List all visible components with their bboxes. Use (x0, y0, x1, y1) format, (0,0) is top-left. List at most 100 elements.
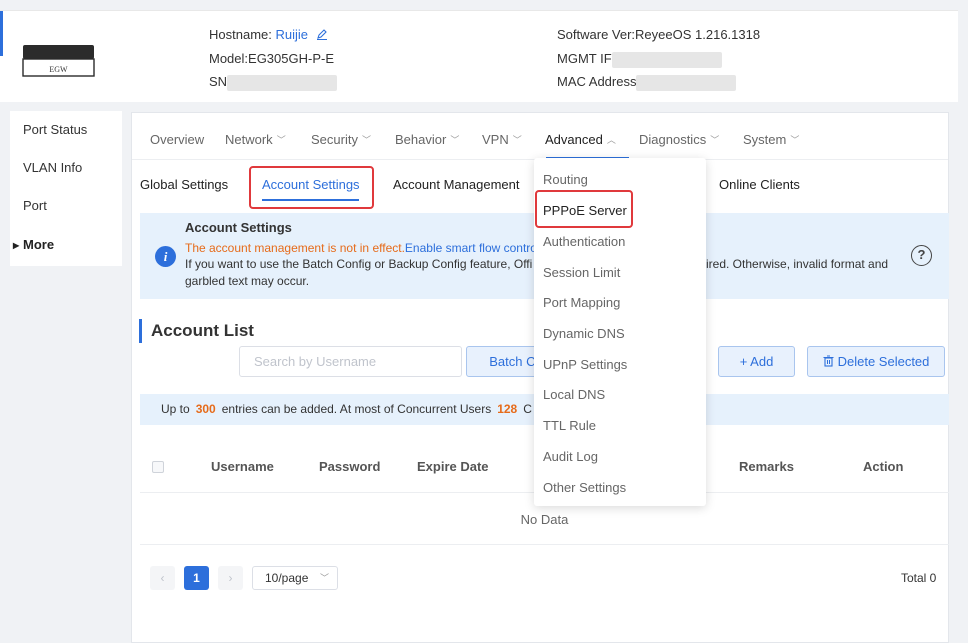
menu-item-dynamic-dns[interactable]: Dynamic DNS (543, 326, 625, 341)
limit-suffix: C (523, 402, 532, 416)
sidebar-item-more[interactable]: ▶ More (13, 237, 55, 252)
mgmt-row: MGMT IF (557, 51, 722, 68)
add-button[interactable]: + Add (718, 346, 795, 377)
column-remarks[interactable]: Remarks (739, 459, 794, 474)
help-icon[interactable]: ? (911, 245, 932, 266)
total-count: Total 0 (901, 571, 937, 585)
device-label: EGW (49, 65, 68, 74)
banner-line2-right: ired. Otherwise, invalid format and (706, 257, 889, 271)
hostname-label: Hostname: (209, 27, 276, 42)
chevron-down-icon: ﹀ (710, 135, 720, 145)
mgmt-label: MGMT IF (557, 51, 612, 66)
menu-item-upnp-settings[interactable]: UPnP Settings (543, 357, 627, 372)
tab-behavior-label: Behavior (395, 132, 447, 147)
tab-security-label: Security (311, 132, 358, 147)
next-page-button[interactable]: › (218, 566, 243, 590)
header-accent-bar (0, 11, 3, 56)
info-icon: i (155, 246, 176, 267)
sn-row: SN (209, 74, 338, 91)
tab-overview[interactable]: Overview (150, 132, 204, 147)
page-size-value: 10/page (265, 571, 309, 585)
tab-system[interactable]: System ﹀ (743, 132, 799, 147)
tab-system-label: System (743, 132, 787, 147)
menu-item-local-dns[interactable]: Local DNS (543, 387, 605, 402)
sidebar: Port Status VLAN Info Port ▶ More (10, 111, 122, 266)
mac-label: MAC Address (557, 74, 637, 89)
limit-middle-text: entries can be added. At most of Concurr… (221, 402, 492, 416)
column-action: Action (863, 459, 904, 474)
sidebar-item-port[interactable]: Port (23, 198, 47, 213)
chevron-down-icon: ﹀ (790, 135, 800, 145)
section-title: Account List (151, 321, 254, 340)
highlight-box-account-settings (249, 166, 374, 209)
prev-page-button[interactable]: ‹ (150, 566, 175, 590)
chevron-up-icon: ︿ (606, 135, 616, 145)
menu-item-authentication[interactable]: Authentication (543, 234, 625, 249)
tab-behavior[interactable]: Behavior ﹀ (395, 132, 459, 147)
caret-right-icon: ▶ (13, 241, 20, 250)
subtab-global-settings[interactable]: Global Settings (140, 177, 228, 192)
sidebar-item-port-status[interactable]: Port Status (23, 122, 87, 137)
tab-network-label: Network (225, 132, 273, 147)
mgmt-redacted (611, 51, 722, 68)
page-number-button[interactable]: 1 (184, 566, 209, 590)
select-all-checkbox[interactable] (152, 461, 164, 473)
banner-title: Account Settings (185, 220, 292, 235)
menu-item-routing[interactable]: Routing (543, 172, 588, 187)
delete-selected-button[interactable]: Delete Selected (807, 346, 945, 377)
menu-item-ttl-rule[interactable]: TTL Rule (543, 418, 596, 433)
banner-line2: If you want to use the Batch Config or B… (185, 257, 533, 271)
tab-vpn[interactable]: VPN ﹀ (482, 132, 522, 147)
tab-advanced[interactable]: Advanced ︿ (545, 132, 616, 147)
menu-item-port-mapping[interactable]: Port Mapping (543, 295, 620, 310)
mac-row: MAC Address (557, 74, 737, 91)
device-header: EGW Hostname: Ruijie Model:EG305GH-P-E S… (0, 10, 958, 102)
tab-security[interactable]: Security ﹀ (311, 132, 371, 147)
menu-item-other-settings[interactable]: Other Settings (543, 480, 626, 495)
chevron-down-icon: ﹀ (361, 135, 371, 145)
limit-users-count: 128 (497, 402, 518, 416)
search-input[interactable] (239, 346, 462, 377)
chevron-down-icon: ﹀ (276, 135, 286, 145)
section-accent-bar (139, 319, 142, 343)
banner-line3: garbled text may occur. (185, 274, 310, 288)
chevron-down-icon: ﹀ (512, 135, 522, 145)
mac-redacted (636, 74, 737, 91)
hostname-row: Hostname: Ruijie (209, 27, 328, 42)
sn-label: SN (209, 74, 228, 89)
sn-redacted (227, 74, 338, 91)
model-text: Model:EG305GH-P-E (209, 51, 334, 66)
chevron-down-icon: ﹀ (319, 573, 329, 583)
edit-icon[interactable] (316, 28, 328, 40)
subtab-online-clients[interactable]: Online Clients (719, 177, 800, 192)
menu-item-audit-log[interactable]: Audit Log (543, 449, 598, 464)
tab-overview-label: Overview (150, 132, 205, 147)
banner-warning: The account management is not in effect.… (185, 241, 537, 255)
hostname-value[interactable]: Ruijie (275, 27, 308, 42)
limit-prefix: Up to (161, 402, 190, 416)
top-nav: Overview Network ﹀ Security ﹀ Behavior ﹀ VP… (132, 113, 948, 160)
page-scrollbar-track[interactable] (958, 0, 968, 643)
page-size-select[interactable]: 10/page ﹀ (252, 566, 338, 590)
trash-icon (823, 355, 834, 367)
delete-selected-label: Delete Selected (837, 354, 930, 369)
tab-vpn-label: VPN (482, 132, 509, 147)
column-expire-date[interactable]: Expire Date (417, 459, 489, 474)
sidebar-item-more-label: More (23, 237, 55, 252)
menu-item-session-limit[interactable]: Session Limit (543, 265, 620, 280)
tab-network[interactable]: Network ﹀ (225, 132, 286, 147)
column-password[interactable]: Password (319, 459, 380, 474)
tab-diagnostics-label: Diagnostics (639, 132, 707, 147)
tab-diagnostics[interactable]: Diagnostics ﹀ (639, 132, 719, 147)
router-device-icon: EGW (22, 45, 95, 77)
sidebar-item-vlan-info[interactable]: VLAN Info (23, 160, 82, 175)
highlight-box-pppoe-server (535, 190, 633, 228)
banner-warning-text: The account management is not in effect. (185, 241, 405, 255)
column-username[interactable]: Username (211, 459, 274, 474)
enable-smart-flow-link[interactable]: Enable smart flow contro (405, 241, 537, 255)
software-version: Software Ver:ReyeeOS 1.216.1318 (557, 27, 761, 42)
subtab-account-management[interactable]: Account Management (393, 177, 519, 192)
limit-entries-count: 300 (195, 402, 216, 416)
tab-advanced-label: Advanced (545, 132, 603, 147)
chevron-down-icon: ﹀ (450, 135, 460, 145)
